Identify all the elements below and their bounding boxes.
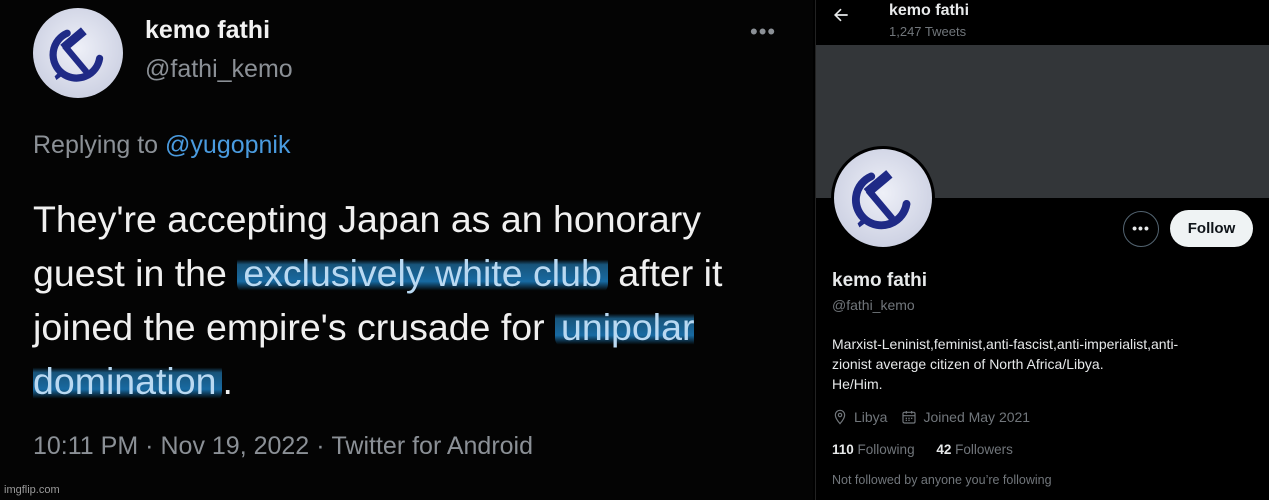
tweet-source: Twitter for Android (331, 432, 534, 460)
joined-text: Joined May 2021 (923, 409, 1031, 425)
tweet-date[interactable]: Nov 19, 2022 (160, 432, 309, 460)
arrow-left-icon[interactable] (831, 5, 851, 31)
tweet-avatar[interactable] (33, 8, 123, 98)
highlighted-phrase: exclusively white club (237, 252, 608, 294)
more-horizontal-icon: ••• (1132, 220, 1150, 236)
tweet-metadata: 10:11 PM · Nov 19, 2022 · Twitter for Androi… (33, 432, 533, 461)
follow-button[interactable]: Follow (1170, 210, 1253, 247)
profile-name: kemo fathi (832, 270, 928, 291)
calendar-icon (902, 411, 917, 424)
bio-line: Marxist-Leninist,feminist,anti-fascist,a… (832, 336, 1179, 352)
profile-handle: @fathi_kemo (832, 297, 915, 313)
profile-info: Libya Joined May 2021 (832, 409, 1044, 425)
more-options-button[interactable]: ••• (1123, 211, 1159, 247)
separator: · (316, 432, 325, 460)
tweet-time[interactable]: 10:11 PM (33, 432, 138, 460)
profile-joined: Joined May 2021 (901, 409, 1030, 425)
tweet-handle[interactable]: @fathi_kemo (145, 55, 293, 84)
hammer-sickle-icon (49, 27, 104, 82)
followers-label: Followers (955, 442, 1013, 457)
tweet-text: They're accepting Japan as an honorary g… (33, 192, 803, 408)
tweet-display-name[interactable]: kemo fathi (145, 16, 270, 45)
tweet-text-part: . (222, 360, 233, 402)
followers-count: 42 (936, 442, 952, 457)
tweet-card: kemo fathi @fathi_kemo ••• Replying to @… (0, 0, 813, 500)
bio-line: zionist average citizen of North Africa/… (832, 356, 1104, 372)
following-label: Following (857, 442, 915, 457)
header-tweet-count: 1,247 Tweets (889, 24, 967, 39)
watermark: imgflip.com (4, 484, 60, 496)
reply-mention-link[interactable]: @yugopnik (165, 131, 290, 159)
not-followed-note: Not followed by anyone you’re following (832, 473, 1052, 487)
profile-avatar[interactable] (831, 146, 935, 250)
replying-to-prefix: Replying to (33, 131, 159, 159)
following-link[interactable]: 110 Following (832, 442, 915, 457)
hammer-sickle-icon (851, 170, 911, 230)
more-horizontal-icon[interactable]: ••• (750, 19, 776, 45)
bio-line: He/Him. (832, 376, 883, 392)
replying-to: Replying to @yugopnik (33, 131, 290, 160)
profile-stats: 110 Following 42 Followers (832, 442, 1031, 457)
separator: · (145, 432, 154, 460)
profile-bio: Marxist-Leninist,feminist,anti-fascist,a… (832, 334, 1252, 394)
followers-link[interactable]: 42 Followers (936, 442, 1013, 457)
header-name: kemo fathi (889, 2, 970, 19)
location-text: Libya (854, 409, 888, 425)
profile-panel: kemo fathi 1,247 Tweets ••• Follow kemo … (815, 0, 1269, 500)
profile-location: Libya (832, 409, 887, 425)
following-count: 110 (832, 442, 854, 457)
location-pin-icon (834, 409, 846, 425)
